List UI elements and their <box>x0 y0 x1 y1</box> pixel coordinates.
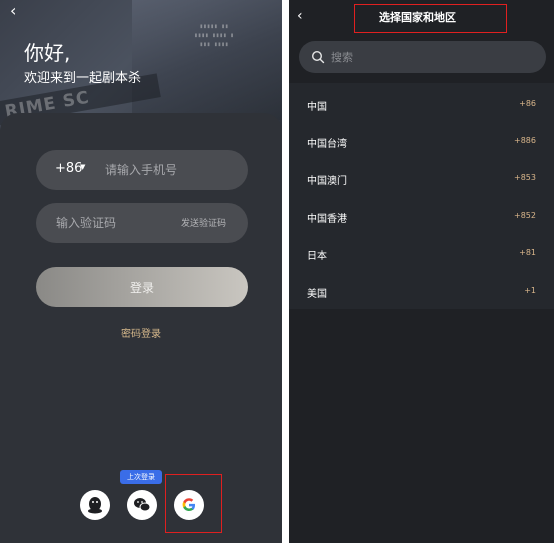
region-code: +886 <box>514 136 536 145</box>
region-code: +853 <box>514 173 536 182</box>
region-name: 中国澳门 <box>307 176 347 187</box>
google-highlight-box <box>165 474 222 533</box>
login-screen: ▮▮▮▮▮ ▮▮ ▮▮▮▮ ▮▮▮▮ ▮ ▮▮▮ ▮▮▮▮ RIME SC ‹ 你好… <box>0 0 282 543</box>
hero-sign: ▮▮▮▮▮ ▮▮ ▮▮▮▮ ▮▮▮▮ ▮ ▮▮▮ ▮▮▮▮ <box>194 23 234 48</box>
country-code-selector[interactable]: +86 <box>55 161 82 176</box>
search-input[interactable] <box>331 48 531 66</box>
region-item[interactable]: 中国台湾 +886 <box>289 122 554 159</box>
password-login-link[interactable]: 密码登录 <box>121 325 161 340</box>
region-item[interactable]: 中国香港 +852 <box>289 197 554 234</box>
region-name: 中国香港 <box>307 214 347 225</box>
login-button[interactable]: 登录 <box>36 267 248 307</box>
region-picker-screen: ‹ 选择国家和地区 中国 +86 中国台湾 +886 中国澳门 +853 中国香… <box>289 0 554 543</box>
region-item[interactable]: 中国澳门 +853 <box>289 159 554 196</box>
region-name: 美国 <box>307 289 327 300</box>
greeting-title: 你好, <box>24 41 71 65</box>
send-code-button[interactable]: 发送验证码 <box>181 216 226 229</box>
region-name: 日本 <box>307 251 327 262</box>
region-item[interactable]: 日本 +81 <box>289 234 554 271</box>
verification-code-input[interactable] <box>56 213 171 233</box>
region-code: +1 <box>524 286 536 295</box>
back-icon[interactable]: ‹ <box>297 8 303 24</box>
region-item[interactable]: 中国 +86 <box>289 85 554 122</box>
wechat-login-button[interactable] <box>127 490 157 520</box>
search-icon <box>311 50 325 64</box>
last-login-badge: 上次登录 <box>120 470 162 484</box>
qq-login-button[interactable] <box>80 490 110 520</box>
region-code: +86 <box>519 99 536 108</box>
region-name: 中国 <box>307 102 327 113</box>
region-name: 中国台湾 <box>307 139 347 150</box>
qq-icon <box>88 497 102 514</box>
wechat-icon <box>134 498 151 512</box>
caret-down-icon: ▼ <box>80 163 86 171</box>
title-highlight-box <box>354 4 507 33</box>
region-code: +852 <box>514 211 536 220</box>
region-code: +81 <box>519 248 536 257</box>
back-icon[interactable]: ‹ <box>10 3 24 19</box>
region-list: 中国 +86 中国台湾 +886 中国澳门 +853 中国香港 +852 日本 … <box>289 83 554 309</box>
phone-input[interactable] <box>105 160 235 180</box>
region-item[interactable]: 美国 +1 <box>289 272 554 309</box>
welcome-text: 欢迎来到一起剧本杀 <box>24 71 142 86</box>
